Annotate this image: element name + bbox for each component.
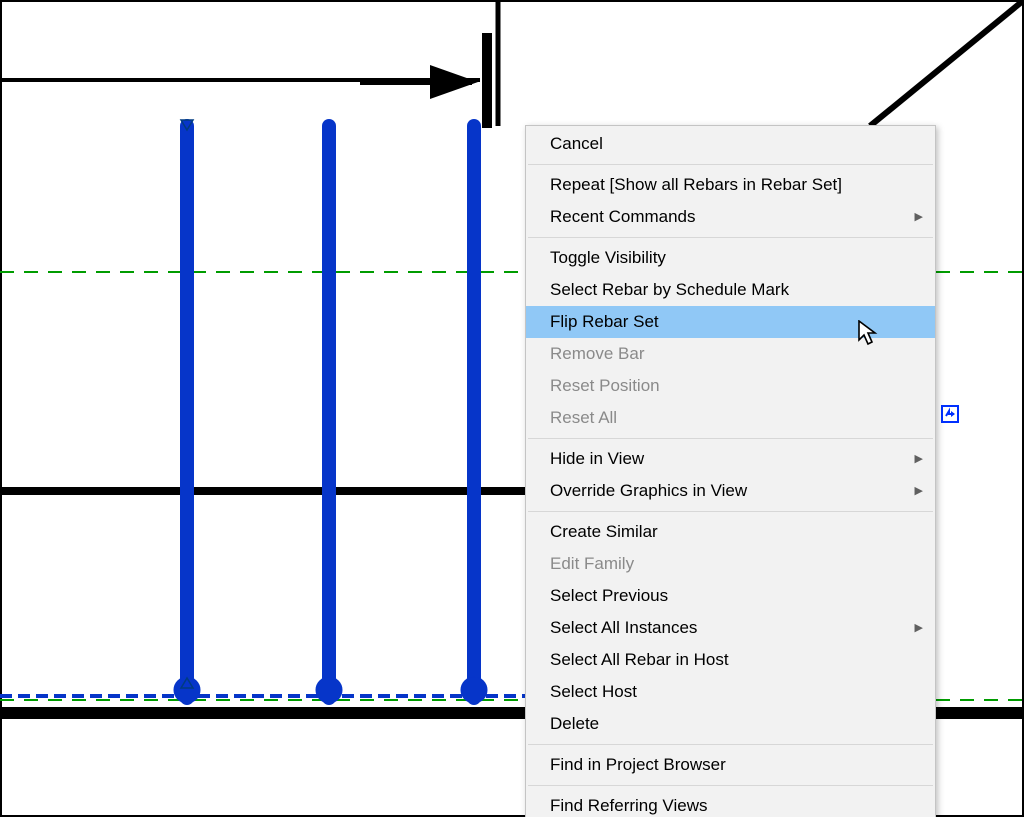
menu-hide-in-view[interactable]: Hide in View ▶ xyxy=(526,443,935,475)
menu-find-in-project-browser[interactable]: Find in Project Browser xyxy=(526,749,935,781)
menu-create-similar[interactable]: Create Similar xyxy=(526,516,935,548)
menu-select-all-rebar-in-host[interactable]: Select All Rebar in Host xyxy=(526,644,935,676)
menu-recent-commands[interactable]: Recent Commands ▶ xyxy=(526,201,935,233)
context-menu: Cancel Repeat [Show all Rebars in Rebar … xyxy=(525,125,936,817)
menu-override-graphics[interactable]: Override Graphics in View ▶ xyxy=(526,475,935,507)
menu-reset-all: Reset All xyxy=(526,402,935,434)
menu-flip-rebar-set[interactable]: Flip Rebar Set xyxy=(526,306,935,338)
menu-edit-family: Edit Family xyxy=(526,548,935,580)
menu-item-label: Hide in View xyxy=(550,449,644,468)
menu-select-host[interactable]: Select Host xyxy=(526,676,935,708)
menu-select-by-schedule-mark[interactable]: Select Rebar by Schedule Mark xyxy=(526,274,935,306)
menu-toggle-visibility[interactable]: Toggle Visibility xyxy=(526,242,935,274)
rebar-set[interactable] xyxy=(174,126,487,703)
menu-find-referring-views[interactable]: Find Referring Views xyxy=(526,790,935,817)
menu-select-previous[interactable]: Select Previous xyxy=(526,580,935,612)
menu-item-label: Override Graphics in View xyxy=(550,481,747,500)
menu-item-label: Recent Commands xyxy=(550,207,696,226)
menu-reset-position: Reset Position xyxy=(526,370,935,402)
chevron-right-icon: ▶ xyxy=(915,206,923,228)
chevron-right-icon: ▶ xyxy=(915,617,923,639)
flip-control-icon[interactable] xyxy=(941,405,959,423)
menu-cancel[interactable]: Cancel xyxy=(526,128,935,160)
menu-item-label: Select All Instances xyxy=(550,618,697,637)
menu-select-all-instances[interactable]: Select All Instances ▶ xyxy=(526,612,935,644)
chevron-right-icon: ▶ xyxy=(915,480,923,502)
menu-repeat[interactable]: Repeat [Show all Rebars in Rebar Set] xyxy=(526,169,935,201)
chevron-right-icon: ▶ xyxy=(915,448,923,470)
menu-remove-bar: Remove Bar xyxy=(526,338,935,370)
menu-delete[interactable]: Delete xyxy=(526,708,935,740)
